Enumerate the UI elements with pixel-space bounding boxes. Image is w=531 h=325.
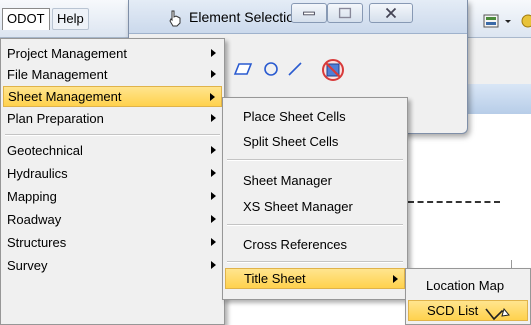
menu-separator: [5, 134, 220, 136]
menu-item-label: Sheet Manager: [243, 173, 332, 188]
menu-item-xs-sheet-manager[interactable]: XS Sheet Manager: [225, 196, 405, 217]
maximize-icon: [338, 7, 352, 19]
menu-item-sheet-management[interactable]: Sheet Management: [3, 86, 222, 107]
menu-item-label: Place Sheet Cells: [243, 109, 346, 124]
menu-item-label: Mapping: [7, 189, 57, 204]
maximize-button[interactable]: [327, 3, 363, 23]
menu-item-label: Split Sheet Cells: [243, 134, 339, 149]
mouse-cursor-icon: [485, 307, 510, 321]
submenu-arrow-icon: [211, 261, 216, 269]
menu-item-label: Survey: [7, 258, 48, 273]
menu-item-label: Cross References: [243, 237, 348, 252]
shape-select-icon[interactable]: [233, 63, 253, 75]
selection-tools: [233, 59, 344, 81]
element-selection-title: Element Selection: [189, 9, 302, 25]
sheet-management-submenu: Place Sheet Cells Split Sheet Cells Shee…: [222, 97, 408, 300]
hand-pointer-icon: [169, 10, 181, 27]
minimize-button[interactable]: [291, 3, 327, 23]
menu-item-label: Title Sheet: [244, 271, 306, 286]
menu-item-label: Roadway: [7, 212, 62, 227]
menu-item-split-sheet-cells[interactable]: Split Sheet Cells: [225, 131, 405, 152]
menu-item-structures[interactable]: Structures: [3, 232, 222, 253]
close-button[interactable]: [369, 3, 413, 23]
submenu-arrow-icon: [211, 49, 216, 57]
minimize-icon: [303, 11, 315, 16]
drawing-dashed-line: [408, 201, 500, 203]
submenu-arrow-icon: [210, 93, 215, 101]
sheet-toolbar-icon[interactable]: [482, 12, 502, 30]
dropdown-arrow-icon[interactable]: [503, 12, 513, 30]
submenu-arrow-icon: [211, 114, 216, 122]
element-selection-titlebar[interactable]: Element Selection: [129, 0, 467, 34]
submenu-arrow-icon: [393, 275, 398, 283]
menu-item-label: Location Map: [426, 278, 505, 293]
menu-item-survey[interactable]: Survey: [3, 255, 222, 276]
menubar-help[interactable]: Help: [52, 8, 89, 30]
menu-separator: [227, 224, 403, 226]
menu-item-hydraulics[interactable]: Hydraulics: [3, 163, 222, 184]
menu-item-location-map[interactable]: Location Map: [408, 275, 528, 296]
menu-item-label: File Management: [7, 67, 108, 82]
menu-item-file-management[interactable]: File Management: [3, 64, 222, 85]
menu-item-place-sheet-cells[interactable]: Place Sheet Cells: [225, 106, 405, 127]
menu-item-label: Plan Preparation: [7, 111, 104, 126]
submenu-arrow-icon: [211, 169, 216, 177]
menubar-help-label: Help: [57, 11, 84, 26]
menu-item-cross-references[interactable]: Cross References: [225, 234, 405, 255]
clear-selection-icon[interactable]: [322, 59, 344, 81]
menubar-odot[interactable]: ODOT: [2, 8, 50, 30]
line-select-icon[interactable]: [288, 62, 302, 76]
partial-toolbar-icon[interactable]: [518, 12, 531, 30]
menu-separator: [227, 261, 403, 263]
menubar-odot-label: ODOT: [7, 11, 45, 26]
menu-item-project-management[interactable]: Project Management: [3, 43, 222, 64]
menu-item-geotechnical[interactable]: Geotechnical: [3, 140, 222, 161]
circle-select-icon[interactable]: [264, 62, 278, 76]
menu-item-label: SCD List: [427, 303, 479, 318]
submenu-arrow-icon: [211, 70, 216, 78]
menu-item-label: Hydraulics: [7, 166, 68, 181]
menu-item-label: Sheet Management: [8, 89, 122, 104]
menu-item-sheet-manager[interactable]: Sheet Manager: [225, 170, 405, 191]
menu-item-plan-preparation[interactable]: Plan Preparation: [3, 108, 222, 129]
odot-menu: Project Management File Management Sheet…: [0, 38, 225, 325]
menu-item-label: Geotechnical: [7, 143, 83, 158]
submenu-arrow-icon: [211, 215, 216, 223]
menu-item-label: Structures: [7, 235, 67, 250]
menu-item-label: XS Sheet Manager: [243, 199, 353, 214]
menu-item-mapping[interactable]: Mapping: [3, 186, 222, 207]
submenu-arrow-icon: [211, 238, 216, 246]
menu-separator: [227, 159, 403, 161]
menu-item-label: Project Management: [7, 46, 127, 61]
submenu-arrow-icon: [211, 192, 216, 200]
submenu-arrow-icon: [211, 146, 216, 154]
title-sheet-submenu: Location Map SCD List: [405, 268, 531, 325]
menu-item-title-sheet[interactable]: Title Sheet: [225, 268, 405, 289]
close-icon: [385, 7, 397, 19]
menu-item-roadway[interactable]: Roadway: [3, 209, 222, 230]
